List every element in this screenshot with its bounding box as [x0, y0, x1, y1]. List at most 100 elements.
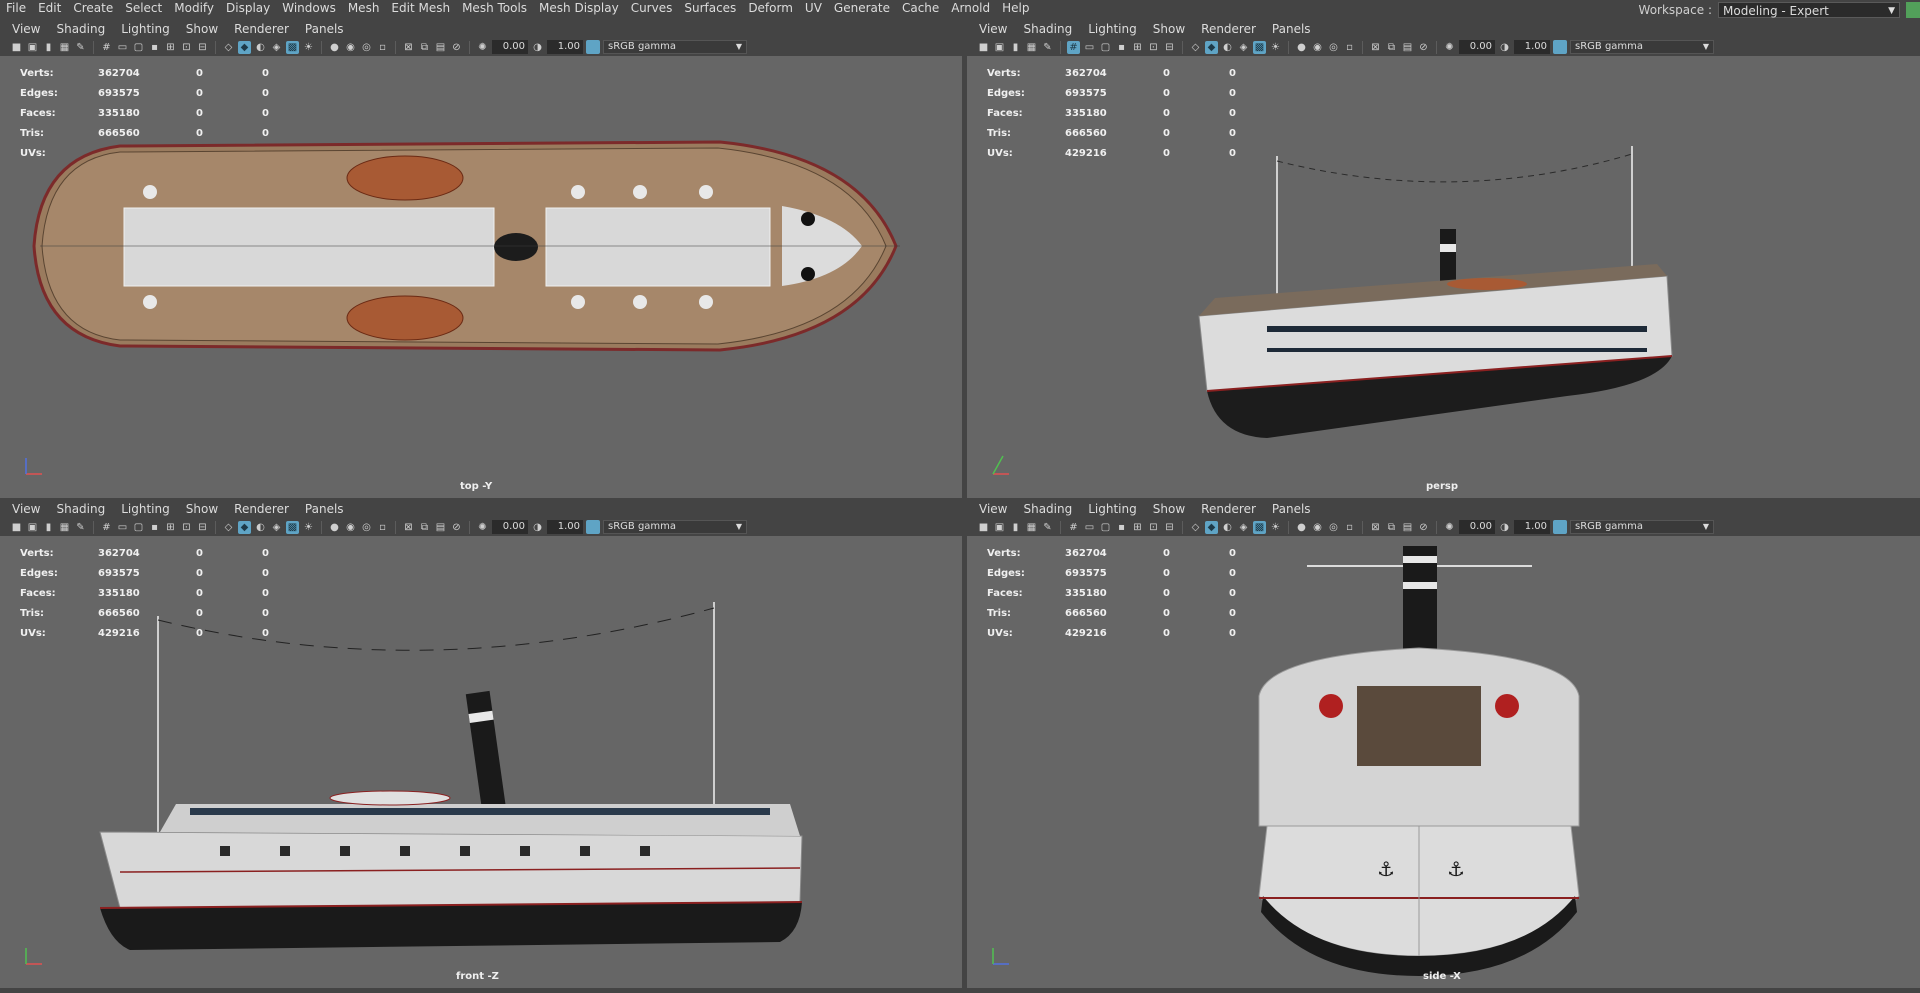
ship-persp-view[interactable] — [967, 56, 1920, 496]
panel-menu-shading[interactable]: Shading — [1015, 22, 1080, 36]
motion-blur-icon[interactable]: ◎ — [360, 521, 373, 534]
field-chart-icon[interactable]: ⊞ — [164, 41, 177, 54]
camera-attributes-icon[interactable]: ▣ — [26, 41, 39, 54]
screen-space-ao-icon[interactable]: ◉ — [344, 521, 357, 534]
panel-menu-view[interactable]: View — [967, 22, 1015, 36]
use-all-lights-icon[interactable]: ☀ — [302, 521, 315, 534]
film-gate-icon[interactable]: ▭ — [116, 521, 129, 534]
color-management-icon[interactable] — [586, 520, 600, 534]
wireframe-on-shaded-icon[interactable]: ◈ — [270, 521, 283, 534]
menu-file[interactable]: File — [0, 0, 32, 16]
gamma-icon[interactable]: ◑ — [1498, 41, 1511, 54]
wireframe-on-shaded-icon[interactable]: ◈ — [1237, 521, 1250, 534]
gate-mask-icon[interactable]: ▪ — [148, 521, 161, 534]
use-all-lights-icon[interactable]: ☀ — [1269, 521, 1282, 534]
anti-aliasing-icon[interactable]: ▫ — [1343, 521, 1356, 534]
xray-components-icon[interactable]: ⊘ — [1417, 41, 1430, 54]
panel-menu-lighting[interactable]: Lighting — [1080, 22, 1145, 36]
bookmark-icon[interactable]: ▮ — [42, 521, 55, 534]
panel-menu-shading[interactable]: Shading — [1015, 502, 1080, 516]
screen-space-ao-icon[interactable]: ◉ — [1311, 41, 1324, 54]
camera-attributes-icon[interactable]: ▣ — [26, 521, 39, 534]
safe-action-icon[interactable]: ⊡ — [180, 521, 193, 534]
ship-front-view[interactable] — [0, 536, 962, 986]
color-management-icon[interactable] — [1553, 40, 1567, 54]
panel-menu-show[interactable]: Show — [178, 502, 226, 516]
panel-menu-view[interactable]: View — [0, 22, 48, 36]
gate-mask-icon[interactable]: ▪ — [1115, 41, 1128, 54]
color-space-dropdown[interactable]: sRGB gamma ▼ — [603, 40, 747, 54]
default-material-icon[interactable]: ◐ — [254, 521, 267, 534]
exposure-icon[interactable]: ✺ — [1443, 41, 1456, 54]
ship-top-view[interactable] — [0, 56, 962, 496]
color-management-icon[interactable] — [1553, 520, 1567, 534]
exposure-field[interactable]: 0.00 — [1459, 40, 1495, 54]
wireframe-icon[interactable]: ◇ — [1189, 41, 1202, 54]
menu-mesh[interactable]: Mesh — [342, 0, 386, 16]
panel-menu-lighting[interactable]: Lighting — [113, 22, 178, 36]
menu-mesh-tools[interactable]: Mesh Tools — [456, 0, 533, 16]
image-plane-icon[interactable]: ▦ — [58, 521, 71, 534]
textured-icon[interactable]: ▩ — [286, 40, 299, 54]
smooth-shade-icon[interactable]: ◆ — [238, 40, 251, 54]
xray-components-icon[interactable]: ⊘ — [450, 521, 463, 534]
smooth-shade-icon[interactable]: ◆ — [1205, 520, 1218, 534]
textured-icon[interactable]: ▩ — [1253, 40, 1266, 54]
panel-menu-lighting[interactable]: Lighting — [1080, 502, 1145, 516]
menu-mesh-display[interactable]: Mesh Display — [533, 0, 625, 16]
viewport-top[interactable]: View Shading Lighting Show Renderer Pane… — [0, 20, 962, 498]
menu-curves[interactable]: Curves — [625, 0, 679, 16]
wireframe-icon[interactable]: ◇ — [222, 521, 235, 534]
menu-display[interactable]: Display — [220, 0, 276, 16]
panel-menu-renderer[interactable]: Renderer — [1193, 502, 1264, 516]
safe-action-icon[interactable]: ⊡ — [1147, 41, 1160, 54]
grid-icon[interactable]: # — [1067, 40, 1080, 54]
xray-joints-icon[interactable]: ▤ — [434, 41, 447, 54]
exposure-icon[interactable]: ✺ — [1443, 521, 1456, 534]
field-chart-icon[interactable]: ⊞ — [1131, 521, 1144, 534]
safe-title-icon[interactable]: ⊟ — [196, 41, 209, 54]
field-chart-icon[interactable]: ⊞ — [1131, 41, 1144, 54]
field-chart-icon[interactable]: ⊞ — [164, 521, 177, 534]
safe-action-icon[interactable]: ⊡ — [180, 41, 193, 54]
smooth-shade-icon[interactable]: ◆ — [1205, 40, 1218, 54]
film-gate-icon[interactable]: ▭ — [1083, 521, 1096, 534]
camera-select-icon[interactable]: ■ — [10, 521, 23, 534]
isolate-select-icon[interactable]: ⊠ — [1369, 41, 1382, 54]
exposure-icon[interactable]: ✺ — [476, 521, 489, 534]
xray-icon[interactable]: ⧉ — [418, 521, 431, 534]
grease-pencil-icon[interactable]: ✎ — [74, 41, 87, 54]
gamma-icon[interactable]: ◑ — [531, 41, 544, 54]
use-all-lights-icon[interactable]: ☀ — [302, 41, 315, 54]
panel-menu-renderer[interactable]: Renderer — [226, 22, 297, 36]
gamma-icon[interactable]: ◑ — [531, 521, 544, 534]
menu-cache[interactable]: Cache — [896, 0, 945, 16]
resolution-gate-icon[interactable]: ▢ — [1099, 41, 1112, 54]
camera-select-icon[interactable]: ■ — [10, 41, 23, 54]
camera-select-icon[interactable]: ■ — [977, 521, 990, 534]
safe-action-icon[interactable]: ⊡ — [1147, 521, 1160, 534]
xray-icon[interactable]: ⧉ — [418, 41, 431, 54]
film-gate-icon[interactable]: ▭ — [1083, 41, 1096, 54]
viewport-persp[interactable]: View Shading Lighting Show Renderer Pane… — [967, 20, 1920, 498]
anti-aliasing-icon[interactable]: ▫ — [376, 521, 389, 534]
gate-mask-icon[interactable]: ▪ — [148, 41, 161, 54]
bookmark-icon[interactable]: ▮ — [42, 41, 55, 54]
gamma-field[interactable]: 1.00 — [547, 40, 583, 54]
panel-menu-renderer[interactable]: Renderer — [1193, 22, 1264, 36]
menu-windows[interactable]: Windows — [276, 0, 342, 16]
resolution-gate-icon[interactable]: ▢ — [1099, 521, 1112, 534]
exposure-field[interactable]: 0.00 — [492, 520, 528, 534]
default-material-icon[interactable]: ◐ — [254, 41, 267, 54]
bookmark-icon[interactable]: ▮ — [1009, 521, 1022, 534]
xray-joints-icon[interactable]: ▤ — [1401, 41, 1414, 54]
panel-menu-panels[interactable]: Panels — [297, 22, 352, 36]
grid-icon[interactable]: # — [100, 521, 113, 534]
grease-pencil-icon[interactable]: ✎ — [1041, 521, 1054, 534]
panel-menu-show[interactable]: Show — [1145, 502, 1193, 516]
xray-components-icon[interactable]: ⊘ — [1417, 521, 1430, 534]
isolate-select-icon[interactable]: ⊠ — [402, 41, 415, 54]
image-plane-icon[interactable]: ▦ — [1025, 41, 1038, 54]
workspace-dropdown[interactable]: Modeling - Expert ▼ — [1718, 2, 1900, 18]
wireframe-icon[interactable]: ◇ — [1189, 521, 1202, 534]
